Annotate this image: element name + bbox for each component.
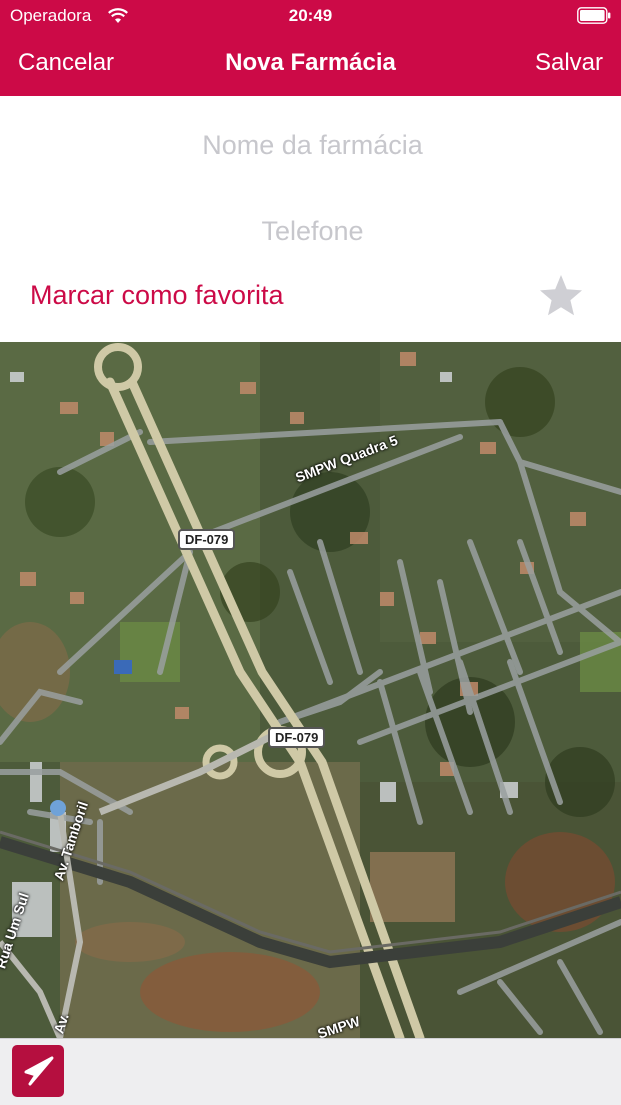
app-header: Operadora 20:49 Cancelar Nova Farmácia S… — [0, 0, 621, 96]
locate-me-button[interactable] — [12, 1045, 64, 1097]
map-imagery — [0, 342, 621, 1038]
pharmacy-form: Marcar como favorita — [0, 96, 621, 342]
road-sign-df079-north: DF-079 — [178, 529, 236, 550]
star-icon[interactable] — [537, 272, 585, 320]
phone-input[interactable] — [0, 200, 621, 262]
location-arrow-icon — [24, 1056, 54, 1086]
favorite-label: Marcar como favorita — [30, 280, 284, 310]
favorite-toggle-row[interactable]: Marcar como favorita — [0, 268, 621, 328]
save-button[interactable]: Salvar — [535, 49, 603, 77]
battery-icon — [577, 7, 611, 24]
road-sign-df079-south: DF-079 — [268, 727, 326, 748]
navigation-bar: Cancelar Nova Farmácia Salvar — [0, 32, 621, 96]
bottom-toolbar — [0, 1038, 621, 1105]
status-bar: Operadora 20:49 — [0, 0, 621, 32]
cancel-button[interactable]: Cancelar — [18, 49, 114, 77]
pharmacy-name-input[interactable] — [0, 114, 621, 176]
satellite-map[interactable]: DF-079 DF-079 SMPW Quadra 5 Av. Tamboril… — [0, 342, 621, 1038]
clock: 20:49 — [288, 6, 333, 25]
